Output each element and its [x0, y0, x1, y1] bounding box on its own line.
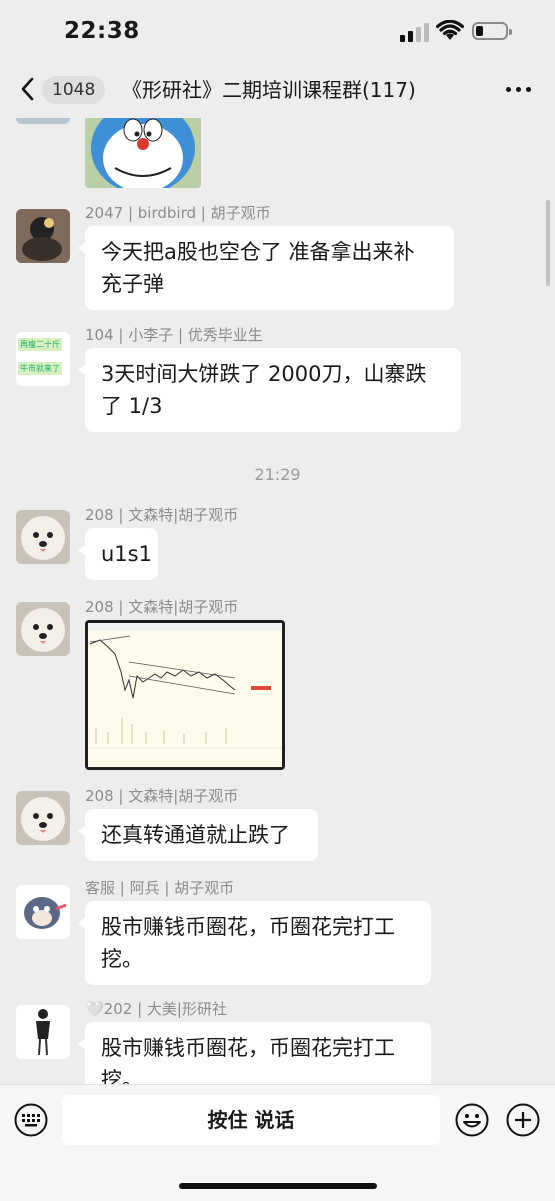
message-text: 挖。	[101, 1068, 143, 1084]
avatar[interactable]	[16, 602, 70, 656]
message-list[interactable]: 2047 | birdbird | 胡子观币 今天把a股也空仓了 准备拿出来补 …	[0, 118, 555, 1084]
message-text: u1s1	[101, 542, 152, 566]
dog-avatar-icon	[16, 510, 70, 564]
back-chevron-icon[interactable]	[18, 76, 38, 102]
avatar[interactable]: 再瘦二十斤 牛市就来了	[16, 332, 70, 386]
dog-avatar-icon	[16, 602, 70, 656]
status-bar: 22:38	[0, 0, 555, 62]
avatar[interactable]	[16, 1005, 70, 1059]
cartoon-cat-avatar-icon	[16, 885, 70, 939]
sender-name: 2047 | birdbird | 胡子观币	[85, 204, 271, 222]
message-bubble[interactable]: 股市赚钱币圈花，币圈花完打工 挖。	[78, 901, 431, 985]
sender-name: 208 | 文森特|胡子观币	[85, 506, 239, 524]
avatar-photo-icon	[16, 209, 70, 263]
hold-to-talk-button[interactable]: 按住 说话	[62, 1095, 440, 1145]
keyboard-icon[interactable]	[14, 1103, 48, 1137]
avatar[interactable]	[16, 510, 70, 564]
avatar[interactable]	[16, 209, 70, 263]
message-bubble[interactable]: u1s1	[78, 528, 158, 580]
message-text: 股市赚钱币圈花，币圈花完打工	[101, 915, 395, 939]
message-text: 3天时间大饼跌了 2000刀，山寨跌	[101, 362, 427, 386]
message-bubble[interactable]: 股市赚钱币圈花，币圈花完打工 挖。	[78, 1022, 431, 1084]
dog-avatar-icon	[16, 791, 70, 845]
avatar[interactable]	[16, 885, 70, 939]
wifi-icon	[436, 20, 464, 40]
emoji-icon[interactable]	[455, 1103, 489, 1137]
chat-timestamp: 21:29	[254, 465, 301, 484]
message-text: 充子弹	[101, 272, 164, 296]
message-bubble[interactable]: 今天把a股也空仓了 准备拿出来补 充子弹	[78, 226, 454, 310]
scrollbar[interactable]	[546, 200, 550, 286]
sender-name: 客服 | 阿兵 | 胡子观币	[85, 879, 235, 897]
more-options-icon[interactable]	[506, 87, 532, 93]
avatar-label: 牛市就来了	[18, 362, 62, 375]
cellular-signal-icon	[400, 22, 430, 42]
message-bubble[interactable]: 还真转通道就止跌了	[78, 809, 318, 861]
message-text: 今天把a股也空仓了 准备拿出来补	[101, 240, 415, 264]
avatar[interactable]	[16, 118, 70, 124]
doraemon-sticker-icon	[85, 118, 201, 188]
person-avatar-icon	[16, 1005, 70, 1059]
chart-image-message[interactable]	[85, 620, 285, 770]
unread-count-badge[interactable]: 1048	[42, 76, 106, 104]
home-indicator[interactable]	[179, 1183, 377, 1189]
sender-name: 208 | 文森特|胡子观币	[85, 787, 239, 805]
sticker-image[interactable]	[85, 118, 201, 188]
chat-header: 1048 《形研社》二期培训课程群(117)	[0, 62, 555, 118]
sender-name: 208 | 文森特|胡子观币	[85, 598, 239, 616]
message-text: 还真转通道就止跌了	[101, 823, 290, 847]
plus-icon[interactable]	[506, 1103, 540, 1137]
sender-name: 104 | 小李子 | 优秀毕业生	[85, 326, 263, 344]
clock: 22:38	[64, 18, 140, 44]
avatar[interactable]	[16, 791, 70, 845]
message-bubble[interactable]: 3天时间大饼跌了 2000刀，山寨跌 了 1/3	[78, 348, 461, 432]
message-text: 挖。	[101, 947, 143, 971]
chat-title: 《形研社》二期培训课程群(117)	[122, 78, 416, 102]
avatar-label: 再瘦二十斤	[18, 338, 62, 351]
sender-name: 🤍202 | 大美|形研社	[85, 1000, 227, 1018]
message-text: 股市赚钱币圈花，币圈花完打工	[101, 1036, 395, 1060]
battery-icon	[472, 22, 512, 40]
message-text: 了 1/3	[101, 394, 163, 418]
price-chart-thumbnail-icon	[88, 623, 282, 767]
